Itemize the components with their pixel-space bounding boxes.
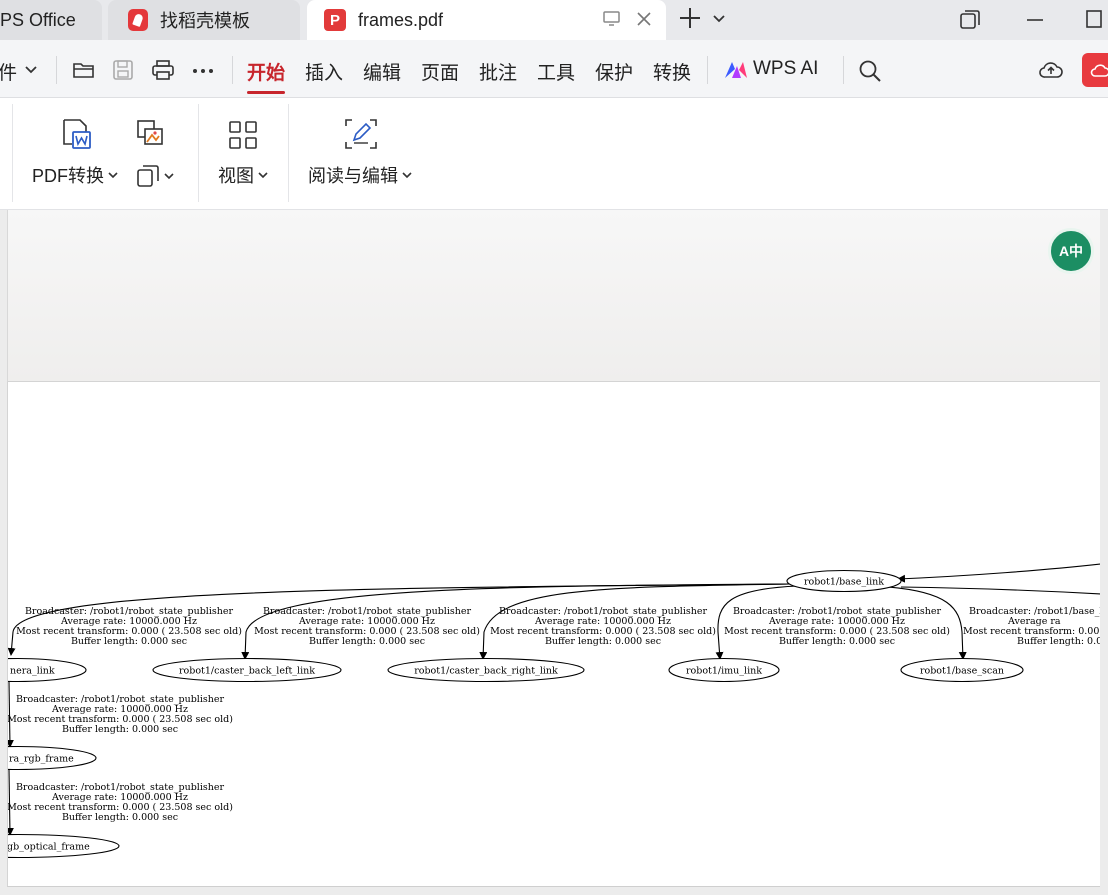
- edge-label-line: Buffer length: 0.0: [1017, 636, 1100, 647]
- translate-button[interactable]: A中: [1048, 228, 1094, 274]
- ribbon-toolbar: PDF转换 视图 阅读与编辑: [0, 98, 1108, 210]
- tab-bar: PS Office 找稻壳模板 P frames.pdf: [0, 0, 1108, 40]
- file-menu-chevron-icon[interactable]: [24, 64, 38, 76]
- node-label: robot1/base_link: [804, 577, 884, 588]
- edge-label-line: Buffer length: 0.000 sec: [545, 636, 661, 647]
- cloud-share-button[interactable]: [1082, 53, 1108, 87]
- pdf-page: robot1/base_link nera_link robot1/caster…: [7, 382, 1100, 887]
- pdf-logo-icon: P: [324, 9, 346, 31]
- tab-label: PS Office: [0, 9, 76, 30]
- edge-label-imu: Broadcaster: /robot1/robot_state_publish…: [724, 606, 950, 647]
- chevron-down-icon: [402, 172, 412, 179]
- graph-node-caster-back-right[interactable]: robot1/caster_back_right_link: [387, 657, 585, 683]
- read-edit-label: 阅读与编辑: [308, 166, 398, 186]
- edge-label-rgb-frame: Broadcaster: /robot1/robot_state_publish…: [8, 694, 233, 735]
- document-area[interactable]: A中 robot1/base_link nera_link robot1/cas…: [0, 210, 1108, 895]
- edge-label-line: Buffer length: 0.000 sec: [779, 636, 895, 647]
- pdf-to-image-icon[interactable]: [135, 118, 165, 148]
- edge-label-optical: Broadcaster: /robot1/robot_state_publish…: [8, 782, 233, 823]
- graph-node-optical-frame[interactable]: gb_optical_frame: [8, 833, 120, 859]
- search-icon[interactable]: [858, 59, 882, 83]
- tab-label: frames.pdf: [358, 9, 444, 30]
- edge-label-camera: Broadcaster: /robot1/robot_state_publish…: [16, 606, 242, 647]
- minimize-icon[interactable]: [1024, 8, 1048, 32]
- new-tab-plus-icon[interactable]: [678, 6, 702, 30]
- print-icon[interactable]: [151, 59, 175, 81]
- read-edit-button[interactable]: 阅读与编辑: [308, 162, 412, 188]
- node-label: robot1/caster_back_right_link: [414, 666, 558, 677]
- graph-node-base-scan[interactable]: robot1/base_scan: [900, 657, 1024, 683]
- edge-labels: Broadcaster: /robot1/robot_state_publish…: [8, 606, 1100, 823]
- tf-frames-graph: robot1/base_link nera_link robot1/caster…: [8, 563, 1100, 859]
- view-label: 视图: [218, 166, 254, 186]
- maximize-icon[interactable]: [1084, 8, 1108, 32]
- node-label: robot1/base_scan: [920, 666, 1004, 677]
- edge-label-line: Buffer length: 0.000 sec: [71, 636, 187, 647]
- save-icon[interactable]: [112, 59, 134, 81]
- menu-bar: 件 开始 插入 编辑 页面 批注 工具 保护 转换 WPS AI: [0, 40, 1108, 98]
- edge-label-line: Buffer length: 0.000 sec: [62, 724, 178, 735]
- copy-format-button[interactable]: [136, 164, 174, 188]
- view-button[interactable]: 视图: [218, 162, 268, 188]
- monitor-icon[interactable]: [602, 10, 622, 28]
- cloud-upload-icon[interactable]: [1038, 58, 1064, 80]
- tab-annotate[interactable]: 批注: [479, 58, 517, 85]
- tab-home[interactable]: 开始: [247, 58, 286, 94]
- copy-icon: [137, 165, 159, 187]
- graph-node-rgb-frame[interactable]: ra_rgb_frame: [8, 745, 97, 771]
- tab-frames-pdf[interactable]: P frames.pdf: [307, 0, 666, 40]
- edge-label-base-scan: Broadcaster: /robot1/base_l Average ra M…: [963, 606, 1100, 647]
- tab-wps-office[interactable]: PS Office: [0, 0, 102, 40]
- node-label: gb_optical_frame: [8, 842, 90, 853]
- node-label: robot1/caster_back_left_link: [179, 666, 315, 677]
- tab-page[interactable]: 页面: [421, 58, 459, 85]
- graph-node-imu-link[interactable]: robot1/imu_link: [668, 657, 780, 683]
- more-icon[interactable]: [192, 68, 214, 74]
- wps-ai-logo-icon: [725, 62, 747, 78]
- wps-ai-button[interactable]: WPS AI: [753, 58, 818, 80]
- edge-label-caster-left: Broadcaster: /robot1/robot_state_publish…: [254, 606, 480, 647]
- edge-label-line: Buffer length: 0.000 sec: [62, 812, 178, 823]
- edge-base-link-right: [900, 586, 1100, 595]
- open-folder-icon[interactable]: [72, 59, 96, 81]
- chevron-down-icon: [108, 172, 118, 179]
- view-grid-icon[interactable]: [228, 120, 258, 150]
- translate-icon: A中: [1058, 243, 1084, 259]
- edge-parent-base-link: [897, 563, 1100, 583]
- chevron-down-icon: [164, 173, 174, 180]
- close-icon[interactable]: [636, 11, 652, 27]
- node-label: robot1/imu_link: [686, 666, 762, 677]
- cloud-icon: [1090, 64, 1108, 77]
- edge-label-line: Buffer length: 0.000 sec: [309, 636, 425, 647]
- tab-tools[interactable]: 工具: [537, 58, 575, 85]
- file-menu[interactable]: 件: [0, 58, 17, 85]
- read-edit-icon[interactable]: [344, 118, 378, 150]
- node-label: ra_rgb_frame: [9, 754, 74, 765]
- edge-label-caster-right: Broadcaster: /robot1/robot_state_publish…: [490, 606, 716, 647]
- previous-page-bottom: [7, 210, 1100, 382]
- restore-window-icon[interactable]: [958, 8, 982, 32]
- node-label: nera_link: [10, 666, 55, 677]
- pdf-to-word-icon[interactable]: [60, 118, 92, 150]
- tab-protect[interactable]: 保护: [595, 58, 633, 85]
- chevron-down-icon: [258, 172, 268, 179]
- tab-template-store[interactable]: 找稻壳模板: [108, 0, 300, 40]
- tab-insert[interactable]: 插入: [305, 58, 343, 85]
- chevron-down-icon[interactable]: [712, 12, 726, 26]
- graph-node-camera-link[interactable]: nera_link: [8, 657, 87, 683]
- pdf-convert-button[interactable]: PDF转换: [32, 162, 118, 188]
- graph-node-base-link[interactable]: robot1/base_link: [786, 569, 902, 593]
- tab-edit[interactable]: 编辑: [363, 58, 401, 85]
- pdf-convert-label: PDF转换: [32, 166, 104, 186]
- tab-convert[interactable]: 转换: [653, 58, 691, 85]
- graph-node-caster-back-left[interactable]: robot1/caster_back_left_link: [152, 657, 342, 683]
- tab-label: 找稻壳模板: [160, 11, 250, 31]
- docer-logo-icon: [128, 9, 148, 31]
